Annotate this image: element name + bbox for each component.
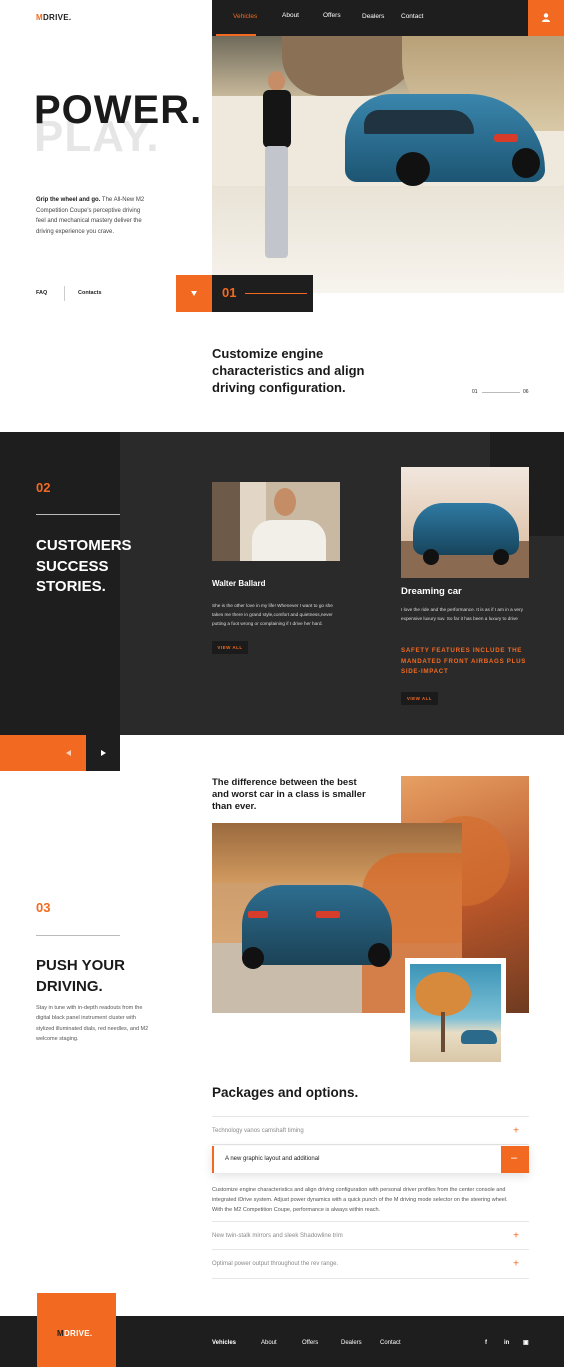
package-item-label: A new graphic layout and additional xyxy=(225,1156,320,1162)
footer-logo-box[interactable]: MDRIVE. xyxy=(37,1293,116,1367)
faq-link[interactable]: FAQ xyxy=(36,290,47,296)
slide-number: 01 xyxy=(222,285,237,300)
instagram-icon[interactable]: ▣ xyxy=(523,1339,529,1346)
push-number: 03 xyxy=(36,900,51,915)
footer-nav-about[interactable]: About xyxy=(261,1340,277,1346)
push-heading: PUSH YOUR DRIVING. xyxy=(36,957,125,995)
footer-logo-m: M xyxy=(57,1329,64,1338)
package-item-4[interactable]: Optimal power output throughout the rev … xyxy=(212,1250,529,1279)
hero-title-power: POWER. xyxy=(34,88,203,132)
hero-lead: Grip the wheel and go. The All-New M2 Co… xyxy=(36,195,148,237)
minus-icon: – xyxy=(511,1152,518,1164)
chevron-down-icon xyxy=(191,291,197,296)
dreaming-car-name: Dreaming car xyxy=(401,586,462,597)
nav-about[interactable]: About xyxy=(282,12,299,19)
stories-left-panel xyxy=(0,432,120,771)
brand-logo[interactable]: MDRIVE. xyxy=(36,13,71,22)
footer-nav-dealers[interactable]: Dealers xyxy=(341,1340,362,1346)
footer-nav-contact[interactable]: Contact xyxy=(380,1340,401,1346)
footer-nav-offers[interactable]: Offers xyxy=(302,1340,318,1346)
slide-indicator: 01 xyxy=(212,275,313,312)
package-item-1[interactable]: Technology vanos camshaft timing + xyxy=(212,1117,529,1145)
package-item-label: Optimal power output throughout the rev … xyxy=(212,1261,339,1267)
hero-link-divider xyxy=(64,286,65,301)
package-expanded-text: Customize engine characteristics and ali… xyxy=(212,1187,508,1213)
package-item-label: Technology vanos camshaft timing xyxy=(212,1128,304,1134)
customize-heading: Customize engine characteristics and ali… xyxy=(212,346,365,395)
plus-icon: + xyxy=(513,1125,519,1136)
package-item-3[interactable]: New twin-stalk mirrors and sleek Shadowl… xyxy=(212,1222,529,1250)
safety-highlight: SAFETY FEATURES INCLUDE THE MANDATED FRO… xyxy=(401,647,527,675)
plus-icon: + xyxy=(513,1258,519,1270)
pager-end: 06 xyxy=(523,389,529,395)
facebook-icon[interactable]: f xyxy=(485,1340,487,1346)
plus-icon: + xyxy=(513,1230,519,1241)
nav-offers[interactable]: Offers xyxy=(323,12,341,19)
user-icon xyxy=(542,13,550,22)
nav-dealers[interactable]: Dealers xyxy=(362,13,384,20)
collapse-button[interactable]: – xyxy=(501,1146,529,1173)
contacts-link[interactable]: Contacts xyxy=(78,290,102,296)
walter-photo xyxy=(212,482,340,561)
footer-nav-vehicles[interactable]: Vehicles xyxy=(212,1340,236,1346)
top-nav: Vehicles About Offers Dealers Contact xyxy=(212,0,528,36)
stories-prev-button[interactable] xyxy=(0,735,86,771)
hero-title: PLAY. POWER. xyxy=(34,88,204,161)
package-item-2-active[interactable]: A new graphic layout and additional – xyxy=(212,1146,529,1173)
push-quote-box: The difference between the best and wors… xyxy=(205,770,401,823)
arrow-right-icon xyxy=(101,750,106,756)
logo-letter-m: M xyxy=(36,13,43,22)
pager-start: 01 xyxy=(472,389,478,395)
stories-heading: CUSTOMERS SUCCESS STORIES. xyxy=(36,537,132,595)
stories-section: 02 CUSTOMERS SUCCESS STORIES. Walter Bal… xyxy=(0,432,564,771)
push-text: Stay in tune with in-depth readouts from… xyxy=(36,1005,149,1043)
packages-heading: Packages and options. xyxy=(212,1085,359,1100)
linkedin-icon[interactable]: in xyxy=(504,1340,509,1346)
stories-next-button[interactable] xyxy=(86,735,120,771)
footer-logo-text: DRIVE. xyxy=(63,1329,93,1338)
stories-number: 02 xyxy=(36,480,51,495)
logo-text: DRIVE. xyxy=(42,13,72,22)
nav-vehicles[interactable]: Vehicles xyxy=(233,13,257,20)
hero-lead-bold: Grip the wheel and go. xyxy=(36,197,101,203)
walter-view-all-button[interactable]: VIEW ALL xyxy=(212,641,248,654)
dreaming-car-text: I love the ride and the performance. It … xyxy=(401,607,523,621)
dreaming-view-all-button[interactable]: VIEW ALL xyxy=(401,692,438,705)
arrow-left-icon xyxy=(66,750,71,756)
customize-pager[interactable]: 01 06 xyxy=(472,389,532,399)
hero-photo xyxy=(212,36,564,293)
hero-man xyxy=(255,66,297,266)
beach-tree-photo xyxy=(405,958,506,1067)
footer-logo: MDRIVE. xyxy=(57,1329,92,1338)
nav-contact[interactable]: Contact xyxy=(401,13,423,20)
push-quote: The difference between the best and wors… xyxy=(212,777,366,812)
package-item-label: New twin-stalk mirrors and sleek Shadowl… xyxy=(212,1233,343,1239)
dreaming-car-photo xyxy=(401,467,529,578)
hero-scroll-button[interactable] xyxy=(176,275,212,312)
walter-text: She is the other love in my life! Whenev… xyxy=(212,603,333,626)
walter-name: Walter Ballard xyxy=(212,579,266,588)
user-button[interactable] xyxy=(528,0,564,36)
